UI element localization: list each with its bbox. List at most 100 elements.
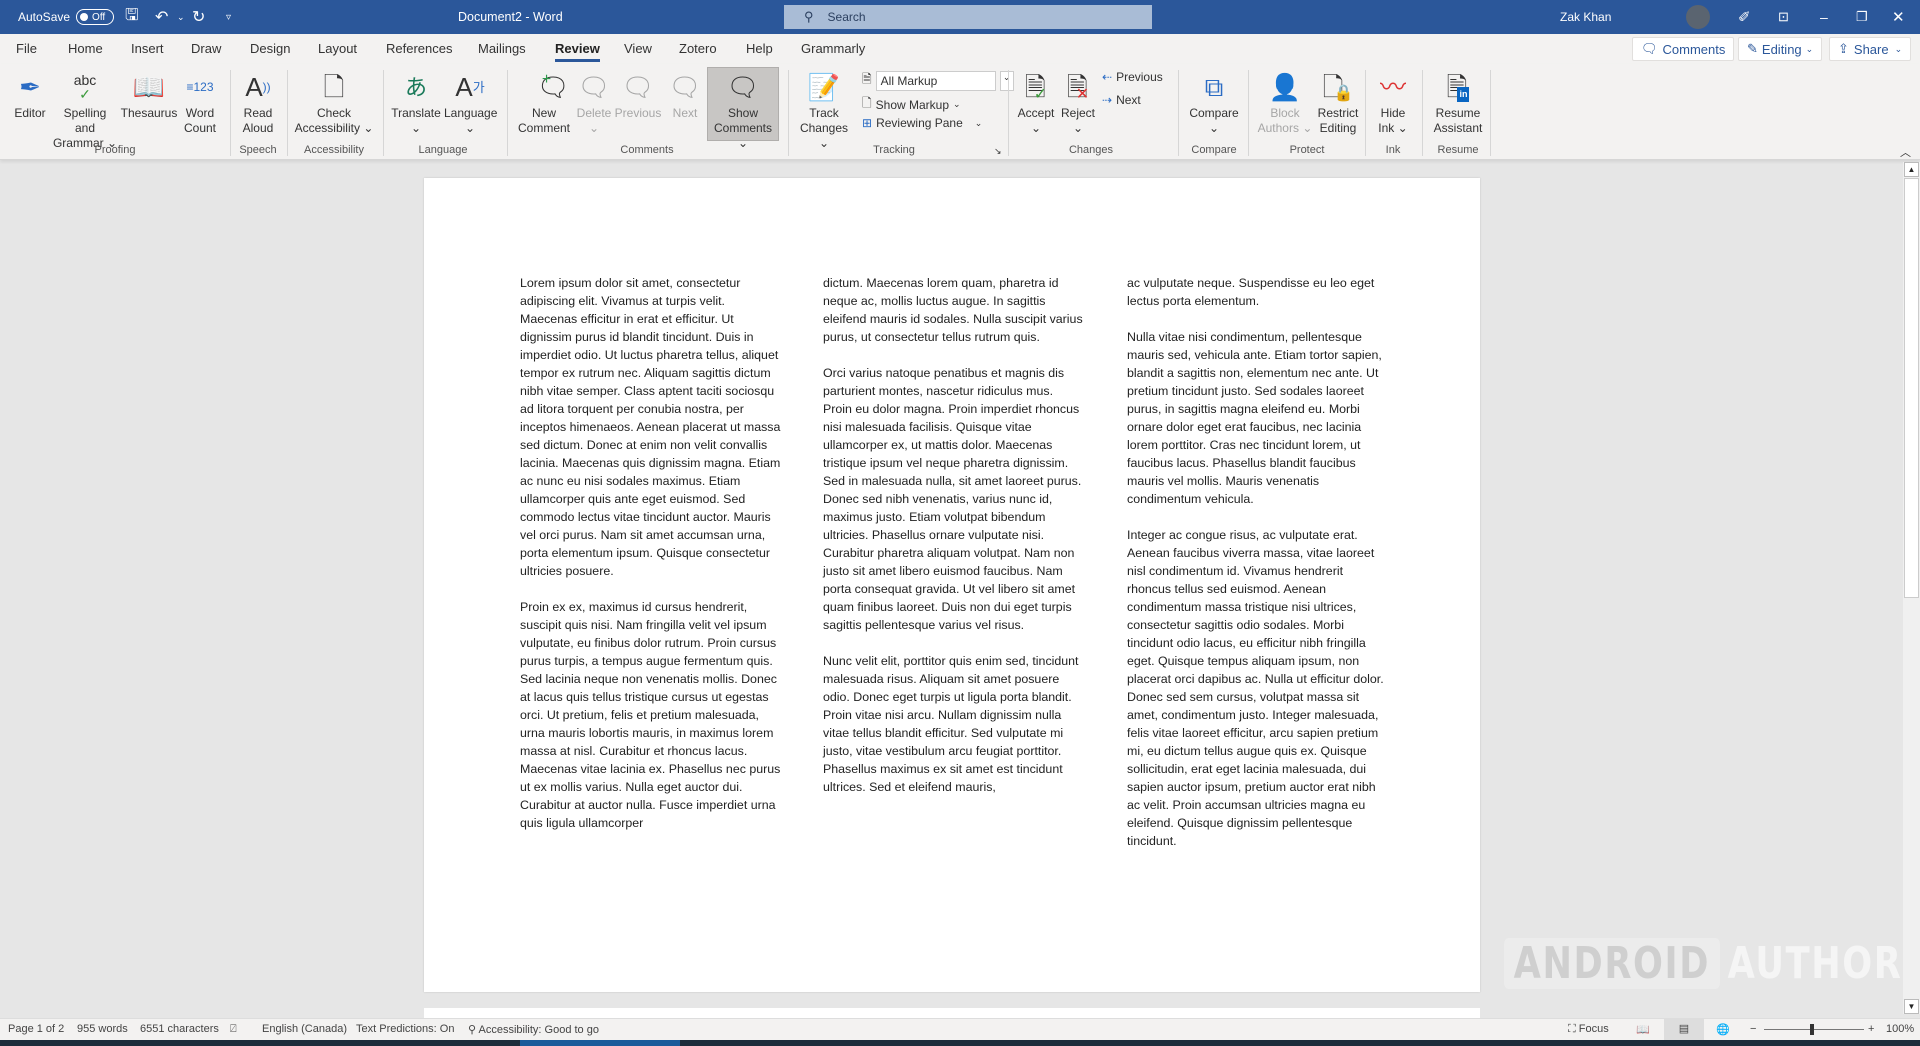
page-count[interactable]: Page 1 of 2 [8,1023,64,1035]
document-page[interactable]: Lorem ipsum dolor sit amet, consectetur … [424,178,1480,992]
scroll-down-icon[interactable]: ▼ [1904,999,1919,1014]
new-comment-button[interactable]: 🗨 + New Comment [514,68,574,136]
zoom-out-icon[interactable]: − [1750,1023,1756,1035]
separator [507,70,508,156]
designer-icon[interactable]: ✐ [1738,0,1751,34]
minimize-icon[interactable]: – [1820,0,1828,34]
previous-change-icon: ⇠ [1102,70,1113,84]
tab-draw[interactable]: Draw [191,41,221,56]
reviewing-pane-button[interactable]: ⊞ Reviewing Pane ⌄ [862,116,982,130]
block-authors-icon: 👤 [1268,71,1302,102]
zoom-slider[interactable] [1764,1029,1864,1030]
save-icon[interactable]: 🖫 [125,0,139,34]
markup-icon: 🗎 [862,72,872,86]
show-markup-button[interactable]: 🗋 Show Markup ⌄ [862,94,961,115]
language-icon: A가 [455,71,485,102]
word-count-icon: ≡123 [186,79,214,94]
ribbon-display-icon[interactable]: ⊡ [1778,0,1789,34]
previous-change-button[interactable]: ⇠ Previous [1102,70,1163,84]
character-count[interactable]: 6551 characters [140,1023,219,1035]
block-authors-button[interactable]: 👤 Block Authors ⌄ [1254,68,1316,136]
tab-file[interactable]: File [16,41,37,56]
collapse-ribbon-icon[interactable]: ︿ [1900,144,1911,160]
editor-button[interactable]: ✒ Editor [10,68,50,121]
focus-icon: ⛶ [1568,1023,1579,1035]
comments-button[interactable]: 🗨 Comments [1632,37,1735,61]
focus-button[interactable]: ⛶ Focus [1568,1023,1609,1036]
undo-icon[interactable]: ↶ [155,0,168,34]
word-count-button[interactable]: ≡123 Word Count [180,68,220,136]
check-accessibility-button[interactable]: 🗋 Check Accessibility ⌄ [294,68,374,136]
tab-view[interactable]: View [624,41,652,56]
show-comments-button[interactable]: 🗨 Show Comments ⌄ [707,67,779,150]
web-layout-icon[interactable]: 🌐 [1716,1023,1730,1036]
accessibility-status[interactable]: ⚲ Accessibility: Good to go [468,1023,599,1036]
close-icon[interactable]: ✕ [1892,0,1905,34]
hide-ink-button[interactable]: 〰 Hide Ink ⌄ [1372,68,1414,136]
spelling-grammar-button[interactable]: abc ✓ Spelling and Grammar ⌄ [52,68,118,151]
thesaurus-button[interactable]: 📖 Thesaurus [120,68,178,121]
customize-toolbar-icon[interactable]: ▿ [226,0,231,34]
tracking-options-launcher-icon[interactable]: ↘ [994,146,1002,157]
autosave-toggle[interactable]: Off [76,9,115,25]
zoom-slider-thumb[interactable] [1810,1024,1814,1035]
undo-dropdown-icon[interactable]: ⌄ [177,0,185,34]
delete-comment-button[interactable]: 🗨 Delete ⌄ [574,68,614,136]
user-name[interactable]: Zak Khan [1560,0,1611,34]
language-button[interactable]: A 가 Language ⌄ [444,68,497,136]
separator [788,70,789,156]
restrict-editing-button[interactable]: 🗋 🔒 Restrict Editing [1316,68,1360,136]
next-change-button[interactable]: ⇢ Next [1102,93,1141,107]
tab-grammarly[interactable]: Grammarly [801,41,865,56]
group-label-language: Language [418,144,468,156]
language-status[interactable]: English (Canada) [262,1023,347,1035]
tab-layout[interactable]: Layout [318,41,357,56]
next-comment-button[interactable]: 🗨 Next [665,68,705,121]
share-icon: ⇪ [1838,41,1849,56]
zoom-level[interactable]: 100% [1886,1023,1914,1035]
text-column-3[interactable]: ac vulputate neque. Suspendisse eu leo e… [1127,274,1389,868]
tab-design[interactable]: Design [250,41,290,56]
track-changes-button[interactable]: 📝 Track Changes ⌄ [794,68,854,151]
tab-zotero[interactable]: Zotero [679,41,717,56]
editing-mode-button[interactable]: ✎ Editing ⌄ [1738,37,1823,61]
document-title: Document2 - Word [458,10,563,24]
accept-button[interactable]: 🗎 ✓ Accept ⌄ [1014,68,1058,136]
tab-insert[interactable]: Insert [131,41,164,56]
scrollbar-thumb[interactable] [1904,178,1919,598]
text-column-2[interactable]: dictum. Maecenas lorem quam, pharetra id… [823,274,1085,814]
read-mode-icon[interactable]: 📖 [1636,1023,1650,1036]
share-button[interactable]: ⇪ Share ⌄ [1829,37,1912,61]
read-aloud-button[interactable]: A)) Read Aloud [236,68,280,136]
tab-references[interactable]: References [386,41,452,56]
show-comments-icon: 🗨 [726,71,760,102]
display-for-review-select[interactable]: 🗎 All Markup ⌄ [862,70,1014,91]
previous-comment-button[interactable]: 🗨 Previous [614,68,662,121]
separator [1178,70,1179,156]
avatar[interactable] [1686,0,1710,34]
restore-icon[interactable]: ❐ [1856,0,1868,34]
translate-button[interactable]: あ Translate ⌄ [390,68,442,136]
print-layout-icon[interactable]: ▤ [1664,1019,1704,1040]
resume-assistant-button[interactable]: 🗎inResumeAssistant [1430,68,1486,136]
word-count[interactable]: 955 words [77,1023,128,1035]
comment-icon: 🗨 [1641,41,1658,56]
tab-home[interactable]: Home [68,41,103,56]
autosave[interactable]: AutoSave Off [18,0,115,34]
search-box[interactable]: ⚲ Search [784,5,1152,29]
compare-button[interactable]: ⧉ Compare ⌄ [1186,68,1242,136]
taskbar [0,1040,1920,1046]
new-comment-icon: 🗨 + [536,70,570,102]
tab-help[interactable]: Help [746,41,773,56]
proofing-icon[interactable]: ⍁ [230,1023,237,1036]
text-predictions-status[interactable]: Text Predictions: On [356,1023,454,1035]
tab-review[interactable]: Review [555,41,600,62]
zoom-in-icon[interactable]: + [1868,1023,1874,1035]
scroll-up-icon[interactable]: ▲ [1904,162,1919,177]
tab-mailings[interactable]: Mailings [478,41,526,56]
redo-icon[interactable]: ↻ [192,0,205,34]
reject-button[interactable]: 🗎 ✕ Reject ⌄ [1058,68,1098,136]
vertical-scrollbar[interactable]: ▲ ▼ [1903,162,1920,1014]
watermark-left: ANDROID [1504,938,1720,989]
text-column-1[interactable]: Lorem ipsum dolor sit amet, consectetur … [520,274,782,850]
